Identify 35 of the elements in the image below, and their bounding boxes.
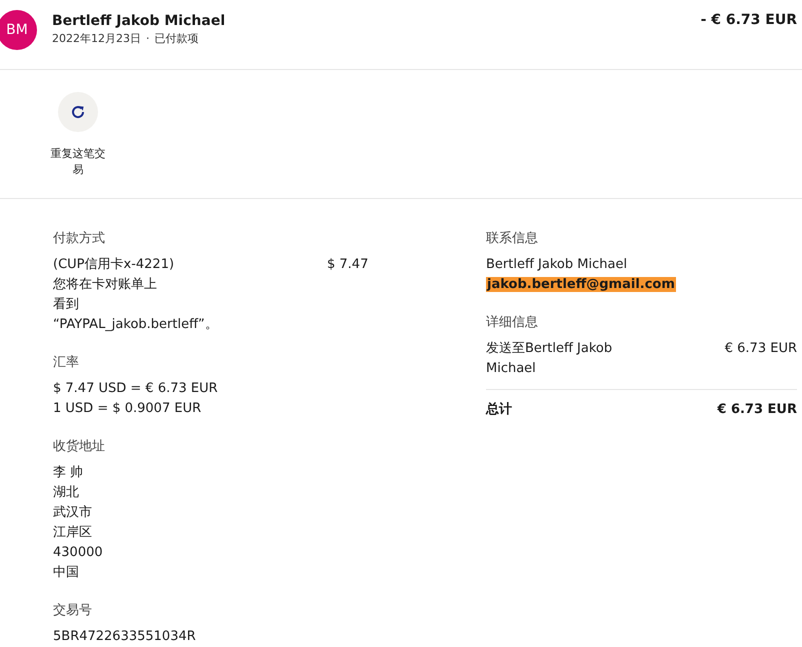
address-line: 430000 bbox=[53, 544, 104, 562]
statement-note: “PAYPAL_jakob.bertleff”。 bbox=[53, 316, 219, 334]
statement-note: 您将在卡对账单上 bbox=[53, 276, 158, 294]
contact-name: Bertleff Jakob Michael bbox=[486, 256, 628, 274]
section-heading: 付款方式 bbox=[53, 230, 106, 248]
exchange-rate: 1 USD = $ 0.9007 EUR bbox=[53, 400, 202, 418]
detail-label: 发送至Bertleff Jakob Michael bbox=[486, 340, 614, 378]
transaction-id: 5BR4722633551034R bbox=[53, 628, 197, 646]
avatar: BM bbox=[0, 10, 37, 50]
address-line: 湖北 bbox=[53, 484, 80, 502]
address-line: 李 帅 bbox=[53, 464, 84, 482]
payment-method: (CUP信用卡x-4221) bbox=[53, 256, 176, 274]
section-heading: 详细信息 bbox=[486, 314, 539, 332]
refresh-icon bbox=[70, 104, 86, 120]
total-label: 总计 bbox=[486, 401, 512, 419]
total-amount: € 6.73 EUR bbox=[717, 401, 797, 419]
repeat-label[interactable]: 重复这笔交易 bbox=[48, 146, 108, 178]
exchange-rate: $ 7.47 USD = € 6.73 EUR bbox=[53, 380, 219, 398]
separator-dot: · bbox=[146, 32, 150, 44]
detail-amount: € 6.73 EUR bbox=[724, 340, 797, 358]
repeat-button[interactable] bbox=[58, 92, 98, 132]
address-line: 武汉市 bbox=[53, 504, 93, 522]
section-heading: 交易号 bbox=[53, 602, 93, 620]
contact-email: jakob.bertleff@gmail.com bbox=[486, 277, 676, 292]
transaction-status: 已付款项 bbox=[154, 32, 198, 44]
payment-amount: $ 7.47 bbox=[327, 256, 368, 274]
section-heading: 汇率 bbox=[53, 354, 80, 372]
section-heading: 联系信息 bbox=[486, 230, 539, 248]
transaction-amount: - € 6.73 EUR bbox=[700, 11, 797, 30]
transaction-date: 2022年12月23日 bbox=[52, 32, 141, 44]
address-line: 江岸区 bbox=[53, 524, 93, 542]
payee-name: Bertleff Jakob Michael bbox=[52, 12, 226, 30]
address-line: 中国 bbox=[53, 564, 80, 582]
statement-note: 看到 bbox=[53, 296, 80, 314]
section-heading: 收货地址 bbox=[53, 438, 106, 456]
